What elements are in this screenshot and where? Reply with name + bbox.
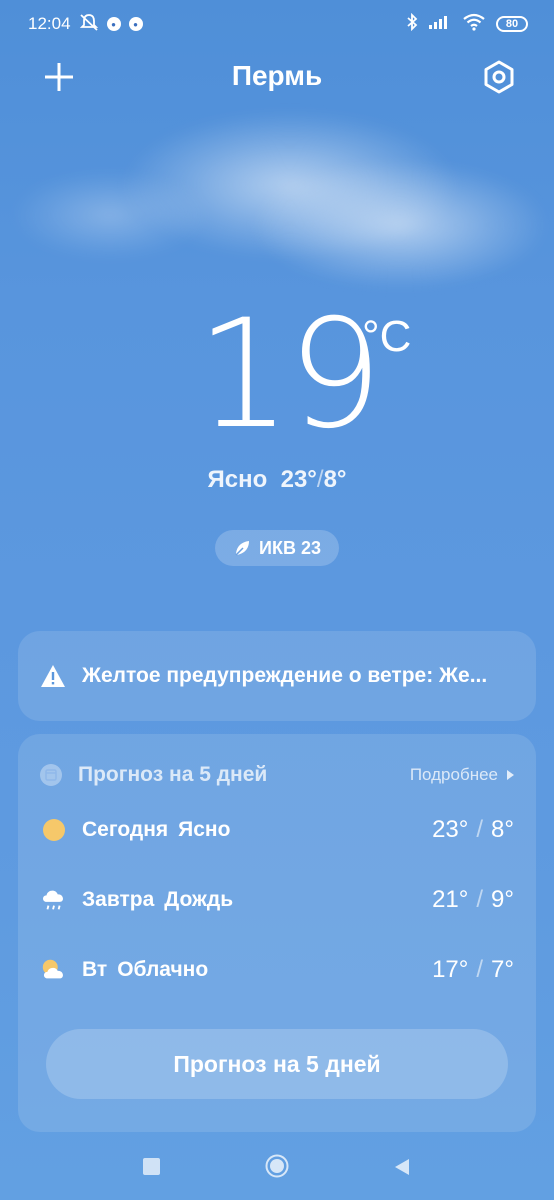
home-button[interactable] (265, 1154, 289, 1178)
forecast-high: 17° (432, 956, 469, 983)
forecast-day-condition: Дождь (164, 888, 234, 911)
current-high: 23° (280, 466, 317, 493)
details-link[interactable]: Подробнее (410, 765, 514, 785)
forecast-day-condition: Облачно (117, 958, 209, 981)
app-notification-icon: ● (128, 17, 143, 31)
weather-warning-card[interactable]: Желтое предупреждение о ветре: Же... (18, 631, 536, 721)
warning-icon (41, 665, 65, 687)
app-notification-icon: ● (106, 17, 121, 31)
partly-cloudy-icon (40, 956, 68, 984)
forecast-card: Прогноз на 5 дней Подробнее Сегодня Ясно… (18, 734, 536, 1132)
back-triangle-icon (395, 1159, 409, 1175)
rain-cloud-icon (40, 886, 68, 914)
city-title: Пермь (231, 60, 323, 91)
forecast-day-row[interactable]: Вт Облачно 17° / 7° (40, 950, 514, 990)
back-button[interactable] (392, 1157, 412, 1177)
background-cloud (120, 110, 460, 260)
forecast-low: 9° (491, 886, 514, 913)
forecast-high: 21° (432, 886, 469, 913)
aqi-badge[interactable]: ИКВ 23 (215, 530, 339, 566)
chevron-right-icon (507, 770, 514, 780)
forecast-day-label: Вт (82, 958, 108, 981)
current-temperature: 19 (196, 288, 383, 462)
forecast-day-temps: 21° / 9° (432, 886, 514, 914)
forecast-low: 8° (491, 816, 514, 843)
temperature-unit: °C (362, 312, 412, 361)
warning-text: Желтое предупреждение о ветре: Же... (82, 664, 488, 687)
forecast-day-condition: Ясно (178, 818, 231, 841)
mute-icon (79, 13, 99, 36)
current-condition-line: Ясно 23°/8° (0, 466, 554, 494)
signal-icon (428, 14, 452, 35)
forecast-day-temps: 17° / 7° (432, 956, 514, 984)
current-low: 8° (323, 466, 347, 493)
forecast-day-row[interactable]: Завтра Дождь 21° / 9° (40, 880, 514, 920)
settings-button[interactable] (480, 58, 518, 96)
forecast-day-temps: 23° / 8° (432, 816, 514, 844)
forecast-day-label: Сегодня (82, 818, 169, 841)
forecast-low: 7° (491, 956, 514, 983)
forecast-title: Прогноз на 5 дней (78, 763, 268, 786)
settings-icon (484, 60, 514, 94)
battery-icon: 80 (496, 16, 528, 32)
forecast-header: Прогноз на 5 дней Подробнее (40, 760, 514, 790)
separator: / (476, 886, 484, 913)
separator: / (476, 816, 484, 843)
details-label: Подробнее (409, 765, 498, 784)
system-nav-bar (0, 1140, 554, 1194)
forecast-high: 23° (432, 816, 469, 843)
app-header: Пермь (0, 56, 554, 100)
status-bar: 12:04 ● ● 80 (0, 0, 554, 48)
separator: / (476, 956, 484, 983)
recents-button[interactable] (143, 1158, 160, 1175)
forecast-day-row[interactable]: Сегодня Ясно 23° / 8° (40, 810, 514, 850)
home-circle-icon (265, 1154, 289, 1178)
leaf-icon (235, 541, 250, 556)
sun-icon (40, 816, 68, 844)
aqi-label: ИКВ 23 (259, 537, 321, 558)
wifi-icon (462, 13, 486, 36)
five-day-forecast-button[interactable]: Прогноз на 5 дней (46, 1029, 508, 1099)
background-cloud (10, 170, 210, 260)
background-cloud (250, 160, 550, 290)
separator: / (316, 466, 324, 493)
forecast-day-label: Завтра (82, 888, 155, 911)
bluetooth-icon (406, 12, 418, 36)
status-time: 12:04 (28, 14, 71, 33)
current-condition: Ясно (207, 466, 268, 493)
calendar-icon (40, 764, 62, 786)
